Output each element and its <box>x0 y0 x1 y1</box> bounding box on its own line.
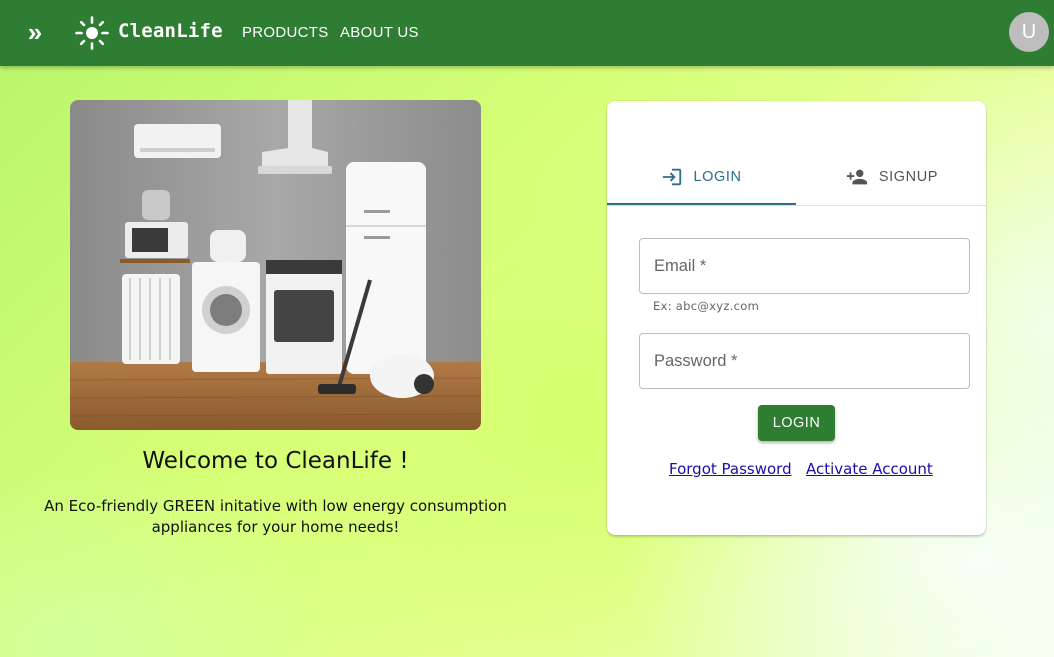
forgot-password-link[interactable]: Forgot Password <box>669 460 792 478</box>
tab-login-label: LOGIN <box>693 169 742 185</box>
user-avatar[interactable]: U <box>1009 12 1049 52</box>
welcome-heading: Welcome to CleanLife ! <box>142 448 409 474</box>
tagline-text: An Eco-friendly GREEN initative with low… <box>44 497 507 536</box>
auth-card: LOGIN SIGNUP Ex: abc@xyz.com LOGIN Forgo… <box>607 101 986 535</box>
nav-about-button[interactable]: ABOUT US <box>340 24 419 41</box>
password-input[interactable] <box>640 334 969 388</box>
brand-name[interactable]: CleanLife <box>118 20 223 42</box>
email-field[interactable] <box>639 238 970 294</box>
password-field[interactable] <box>639 333 970 389</box>
tab-signup[interactable]: SIGNUP <box>797 149 986 205</box>
sun-logo-icon[interactable] <box>75 16 109 50</box>
activate-account-link[interactable]: Activate Account <box>806 460 933 478</box>
add-person-icon <box>846 169 867 185</box>
login-icon <box>663 168 682 186</box>
tab-signup-label: SIGNUP <box>878 169 939 185</box>
tab-login[interactable]: LOGIN <box>607 149 796 205</box>
menu-expand-icon[interactable]: » <box>22 19 48 45</box>
email-input[interactable] <box>640 239 969 293</box>
app-bar: » CleanLife PRODUCTS ABOUT US U <box>0 0 1054 66</box>
login-button[interactable]: LOGIN <box>758 405 835 441</box>
home-appliances-photo <box>70 100 481 430</box>
tab-divider <box>607 205 986 206</box>
email-helper-text: Ex: abc@xyz.com <box>653 299 760 313</box>
nav-products-button[interactable]: PRODUCTS <box>242 24 329 41</box>
